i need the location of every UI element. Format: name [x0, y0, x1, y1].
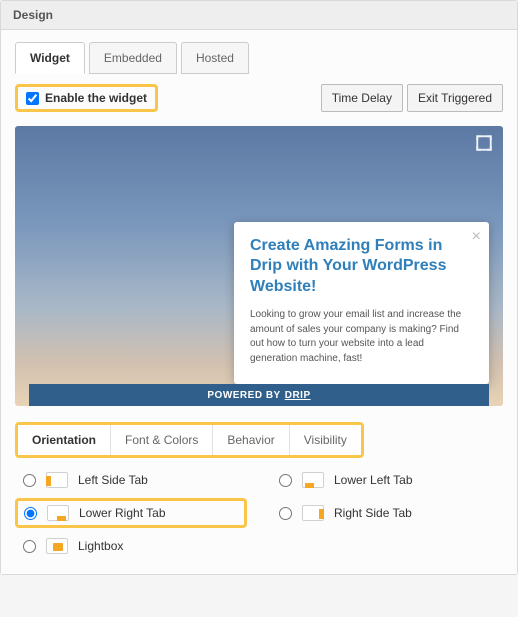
- radio-left-side[interactable]: [23, 474, 36, 487]
- powered-by-bar: POWERED BY DRIP: [29, 384, 489, 406]
- powered-by-brand[interactable]: DRIP: [285, 390, 311, 401]
- enable-widget-label: Enable the widget: [45, 91, 147, 105]
- option-lightbox[interactable]: Lightbox: [21, 534, 247, 558]
- panel-body: Widget Embedded Hosted Enable the widget…: [1, 30, 517, 574]
- option-label: Right Side Tab: [334, 506, 412, 520]
- left-side-icon: [46, 472, 68, 488]
- lightbox-icon: [46, 538, 68, 554]
- powered-by-prefix: POWERED BY: [207, 390, 280, 401]
- widget-preview: × Create Amazing Forms in Drip with Your…: [15, 126, 503, 406]
- design-panel: Design Widget Embedded Hosted Enable the…: [0, 0, 518, 575]
- lower-left-icon: [302, 472, 324, 488]
- settings-subtabs: Orientation Font & Colors Behavior Visib…: [15, 422, 364, 458]
- radio-lightbox[interactable]: [23, 540, 36, 553]
- exit-triggered-button[interactable]: Exit Triggered: [407, 84, 503, 112]
- option-label: Lightbox: [78, 539, 123, 553]
- radio-lower-left[interactable]: [279, 474, 292, 487]
- option-left-side[interactable]: Left Side Tab: [21, 468, 247, 492]
- option-label: Left Side Tab: [78, 473, 148, 487]
- right-side-icon: [302, 505, 324, 521]
- option-lower-left[interactable]: Lower Left Tab: [277, 468, 503, 492]
- option-label: Lower Left Tab: [334, 473, 413, 487]
- option-right-side[interactable]: Right Side Tab: [277, 498, 503, 528]
- close-icon[interactable]: ×: [472, 228, 481, 246]
- tab-widget[interactable]: Widget: [15, 42, 85, 74]
- enable-widget-checkbox-wrap[interactable]: Enable the widget: [15, 84, 158, 112]
- radio-right-side[interactable]: [279, 507, 292, 520]
- radio-lower-right[interactable]: [24, 507, 37, 520]
- fullscreen-icon[interactable]: [475, 134, 493, 155]
- form-title: Create Amazing Forms in Drip with Your W…: [250, 236, 473, 298]
- panel-title: Design: [1, 1, 517, 30]
- subtab-behavior[interactable]: Behavior: [213, 425, 289, 455]
- tab-hosted[interactable]: Hosted: [181, 42, 249, 74]
- enable-widget-checkbox[interactable]: [26, 92, 39, 105]
- time-delay-button[interactable]: Time Delay: [321, 84, 403, 112]
- tab-embedded[interactable]: Embedded: [89, 42, 177, 74]
- form-popup: × Create Amazing Forms in Drip with Your…: [234, 222, 489, 384]
- subtab-visibility[interactable]: Visibility: [290, 425, 361, 455]
- lower-right-icon: [47, 505, 69, 521]
- form-description: Looking to grow your email list and incr…: [250, 308, 473, 366]
- subtab-font-colors[interactable]: Font & Colors: [111, 425, 213, 455]
- subtab-orientation[interactable]: Orientation: [18, 425, 111, 455]
- orientation-options: Left Side Tab Lower Left Tab Lower Right…: [15, 468, 503, 558]
- option-label: Lower Right Tab: [79, 506, 166, 520]
- widget-type-tabs: Widget Embedded Hosted: [15, 42, 503, 74]
- option-lower-right[interactable]: Lower Right Tab: [15, 498, 247, 528]
- enable-row: Enable the widget Time Delay Exit Trigge…: [15, 84, 503, 112]
- trigger-buttons: Time Delay Exit Triggered: [321, 84, 503, 112]
